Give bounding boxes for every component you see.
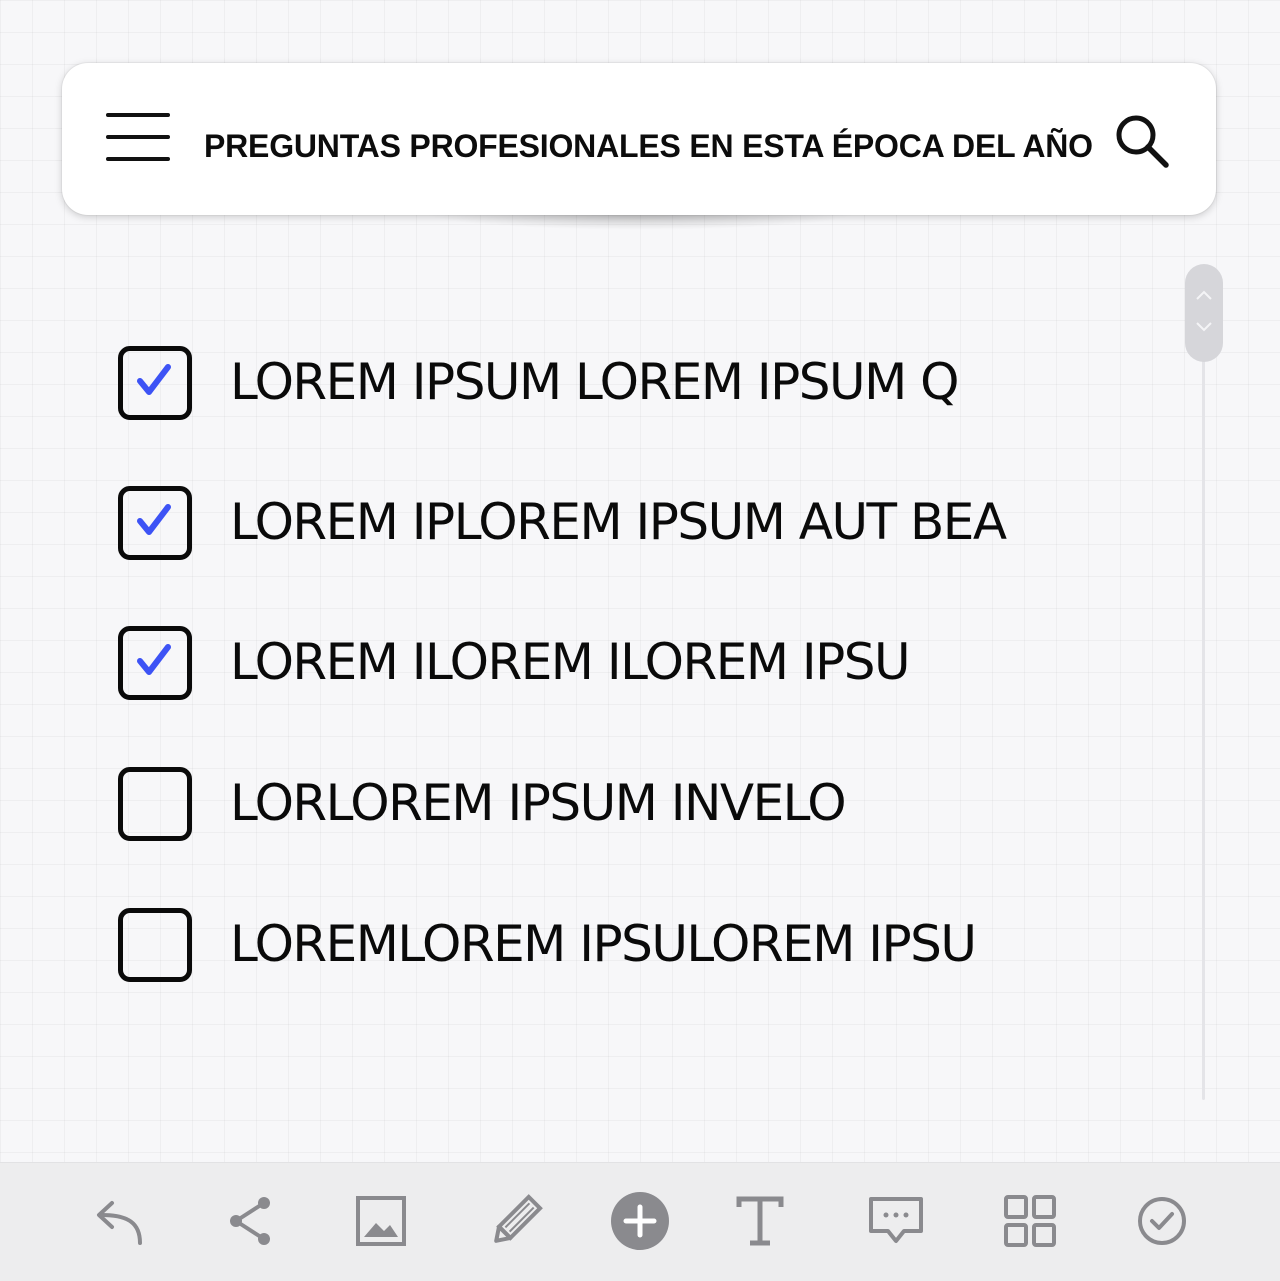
checklist-item-label: LOREM IPSUM LOREM IPSUM Q: [230, 353, 959, 411]
checkbox-checked[interactable]: [118, 626, 192, 700]
checkmark-icon: [137, 504, 171, 535]
image-icon[interactable]: [352, 1191, 412, 1251]
checkbox-checked[interactable]: [118, 346, 192, 420]
checklist-item-label: LOREM ILOREM ILOREM IPSU: [230, 633, 911, 691]
grid-icon[interactable]: [1000, 1191, 1060, 1251]
scrollbar-track[interactable]: [1202, 300, 1205, 1100]
checkbox-checked[interactable]: [118, 486, 192, 560]
comment-icon[interactable]: [866, 1191, 926, 1251]
checkmark-icon: [137, 364, 171, 395]
hamburger-menu-icon[interactable]: [106, 113, 170, 163]
search-icon[interactable]: [1112, 111, 1172, 171]
text-icon[interactable]: [730, 1191, 790, 1251]
pencil-icon[interactable]: [486, 1191, 546, 1251]
share-icon[interactable]: [220, 1191, 280, 1251]
page-title: PREGUNTAS PROFESIONALES EN ESTA ÉPOCA DE…: [204, 128, 1093, 164]
scroll-up-icon: [1196, 290, 1212, 300]
bottom-toolbar: [0, 1162, 1280, 1281]
checklist-item-label: LORLOREM IPSUM INVELO: [230, 774, 847, 832]
add-icon[interactable]: [610, 1191, 670, 1251]
checklist-item-label: LOREM IPLOREM IPSUM AUT BEA: [230, 493, 1007, 551]
top-bar: PREGUNTAS PROFESIONALES EN ESTA ÉPOCA DE…: [62, 63, 1216, 215]
checkbox-unchecked[interactable]: [118, 767, 192, 841]
checkbox-unchecked[interactable]: [118, 908, 192, 982]
scrollbar-thumb[interactable]: [1185, 264, 1223, 362]
undo-icon[interactable]: [88, 1191, 148, 1251]
checklist-item-label: LOREMLOREM IPSULOREM IPSU: [230, 915, 977, 973]
done-icon[interactable]: [1132, 1191, 1192, 1251]
checkmark-icon: [137, 644, 171, 675]
scroll-down-icon: [1196, 322, 1212, 332]
